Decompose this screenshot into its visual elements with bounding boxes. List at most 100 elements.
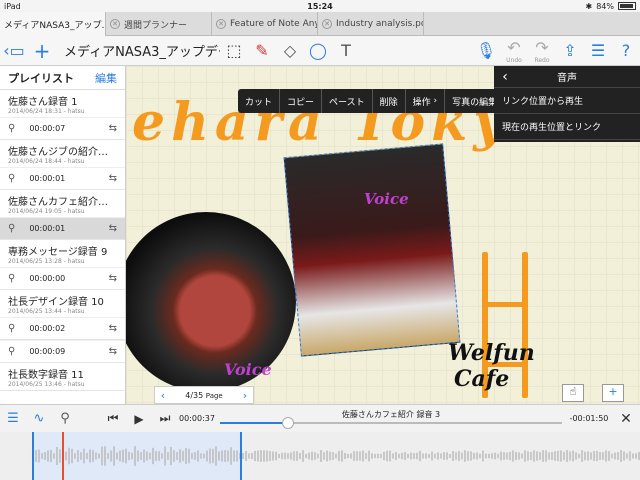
- playhead-marker[interactable]: [62, 432, 64, 480]
- tab-4[interactable]: ✕ Industry analysis.pdf: [318, 12, 424, 36]
- link-current-position-item[interactable]: 現在の再生位置とリンク: [494, 114, 640, 140]
- bookmark-icon: ⚲: [8, 323, 16, 334]
- playlist-item[interactable]: 社長デザイン録音 10 2014/06/25 13:44 - hatsu ⚲ 00:0…: [0, 290, 125, 340]
- waveform-view[interactable]: [0, 432, 640, 480]
- playlist-item-title: 佐藤さんジブの紹介…: [8, 147, 108, 158]
- next-page-icon[interactable]: ›: [237, 389, 253, 402]
- playlist-item[interactable]: ⚲ 00:00:09 ⇆: [0, 340, 125, 363]
- playback-track[interactable]: 佐藤さんカフェ紹介 録音 3: [216, 407, 566, 431]
- ladder-right-rail: [522, 252, 528, 398]
- close-icon[interactable]: ✕: [322, 19, 332, 29]
- microphone-icon[interactable]: 🎙: [472, 37, 500, 65]
- lasso-tool-icon[interactable]: ◯: [304, 37, 332, 65]
- edit-button[interactable]: 編集: [95, 70, 117, 86]
- playlist-item[interactable]: 佐藤さんジブの紹介… 2014/06/24 18:44 - hatsu ⚲ 00:00…: [0, 140, 125, 190]
- document-title[interactable]: メディアNASA3_アップデート…: [64, 41, 220, 60]
- recording-clip-row[interactable]: ⚲ 00:00:09 ⇆: [0, 340, 125, 362]
- tab-label: Feature of Note Anyt…: [230, 19, 317, 29]
- play-from-link-item[interactable]: リンク位置から再生: [494, 88, 640, 114]
- select-tool-icon[interactable]: ⬚: [220, 37, 248, 65]
- tab-1[interactable]: メディアNASA3_アップ…: [0, 12, 106, 36]
- battery-fill: [620, 4, 633, 8]
- list-icon[interactable]: ☰: [0, 411, 26, 426]
- handwriting-cafe-2: Cafe: [454, 366, 510, 392]
- skip-back-icon[interactable]: ⏮: [100, 411, 126, 426]
- page-label: Page: [205, 391, 223, 400]
- recording-clip-row[interactable]: ⚲ 00:00:02 ⇆: [0, 317, 125, 339]
- page-indicator: 4/35 Page: [171, 391, 237, 400]
- back-chevron-icon[interactable]: ‹: [494, 69, 516, 85]
- add-page-icon[interactable]: +: [602, 384, 624, 402]
- handwriting-cafe-1: Welfun: [448, 340, 535, 366]
- tab-2[interactable]: ✕ 週間プランナー: [106, 12, 212, 36]
- tab-3[interactable]: ✕ Feature of Note Anyt…: [212, 12, 318, 36]
- undo-label: Undo: [506, 56, 522, 64]
- tab-label: メディアNASA3_アップ…: [4, 20, 106, 31]
- link-icon[interactable]: ⇆: [109, 346, 117, 357]
- status-bar: iPad 15:24 ✱ 84%: [0, 0, 640, 12]
- bookmark-icon: ⚲: [8, 173, 16, 184]
- playlist-item-title: 専務メッセージ録音 9: [8, 247, 108, 258]
- playlist-item-title: 社長数字録音 11: [8, 370, 84, 381]
- hand-tool-icon[interactable]: ☝: [562, 384, 584, 402]
- undo-button[interactable]: ↶ Undo: [500, 37, 528, 65]
- clip-time: 00:00:02: [29, 324, 66, 333]
- playlist-item-date: 2014/06/24 19:05 - hatsu: [8, 208, 85, 215]
- playlist-item-date: 2014/06/25 13:44 - hatsu: [8, 308, 85, 315]
- help-icon[interactable]: ?: [612, 37, 640, 65]
- close-icon[interactable]: ✕: [110, 19, 120, 29]
- folder-back-icon[interactable]: ‹▭: [0, 37, 28, 65]
- clock: 15:24: [307, 1, 333, 11]
- tab-label: Industry analysis.pdf: [336, 19, 424, 29]
- selection-end-marker[interactable]: [240, 432, 242, 480]
- link-icon[interactable]: ⇆: [109, 273, 117, 284]
- selection-start-marker[interactable]: [32, 432, 34, 480]
- close-player-icon[interactable]: ✕: [612, 411, 640, 427]
- waveform-icon[interactable]: ∿: [26, 411, 52, 426]
- playlist-item-date: 2014/06/24 18:31 - hatsu: [8, 108, 85, 115]
- clip-time: 00:00:00: [29, 274, 66, 283]
- track-title: 佐藤さんカフェ紹介 録音 3: [341, 409, 441, 419]
- add-bookmark-icon[interactable]: ⚲: [52, 411, 78, 426]
- play-icon[interactable]: ▶: [126, 412, 152, 426]
- playlist-item[interactable]: 佐藤さん録音 1 2014/06/24 18:31 - hatsu ⚲ 00:00:0…: [0, 90, 125, 140]
- playlist-item[interactable]: 佐藤さんカフェ紹介… 2014/06/24 19:05 - hatsu ⚲ 00:00…: [0, 190, 125, 240]
- pen-tool-icon[interactable]: ✎: [248, 37, 276, 65]
- text-tool-icon[interactable]: T: [332, 37, 360, 65]
- link-icon[interactable]: ⇆: [109, 223, 117, 234]
- add-icon[interactable]: +: [28, 37, 56, 65]
- bookmark-icon: ⚲: [8, 223, 16, 234]
- bookmark-icon: ⚲: [8, 273, 16, 284]
- link-icon[interactable]: ⇆: [109, 123, 117, 134]
- track-progress: [220, 421, 289, 424]
- playlist-item-date: 2014/06/25 13:28 - hatsu: [8, 258, 85, 265]
- prev-page-icon[interactable]: ‹: [155, 389, 171, 402]
- playlist-sidebar: プレイリスト 編集 佐藤さん録音 1 2014/06/24 18:31 - hat…: [0, 66, 126, 404]
- link-icon[interactable]: ⇆: [109, 173, 117, 184]
- eraser-tool-icon[interactable]: ◇: [276, 37, 304, 65]
- playhead-knob[interactable]: [282, 416, 295, 429]
- playlist-item[interactable]: 社長数字録音 11 2014/06/25 13:46 - hatsu: [0, 363, 125, 391]
- undo-icon: ↶: [507, 37, 521, 57]
- menu-paste[interactable]: ペースト: [322, 89, 373, 113]
- recording-clip-row[interactable]: ⚲ 00:00:00 ⇆: [0, 267, 125, 289]
- recording-clip-row[interactable]: ⚲ 00:00:01 ⇆: [0, 167, 125, 189]
- redo-button[interactable]: ↷ Redo: [528, 37, 556, 65]
- menu-cut[interactable]: カット: [238, 89, 281, 113]
- menu-delete[interactable]: 削除: [373, 89, 406, 113]
- playlist-item[interactable]: 専務メッセージ録音 9 2014/06/25 13:28 - hatsu ⚲ 00:0…: [0, 240, 125, 290]
- menu-operation[interactable]: 操作 ›: [406, 89, 446, 113]
- playlist-header: プレイリスト 編集: [0, 66, 125, 90]
- share-icon[interactable]: ⇪: [556, 37, 584, 65]
- wine-photo[interactable]: [283, 143, 461, 357]
- skip-forward-icon[interactable]: ⏭: [152, 411, 178, 426]
- close-icon[interactable]: ✕: [216, 19, 226, 29]
- recording-clip-row[interactable]: ⚲ 00:00:07 ⇆: [0, 117, 125, 139]
- menu-copy[interactable]: コピー: [280, 89, 323, 113]
- bookmark-icon: ⚲: [8, 346, 16, 357]
- redo-label: Redo: [534, 56, 550, 64]
- recording-clip-row[interactable]: ⚲ 00:00:01 ⇆: [0, 217, 125, 239]
- menu-icon[interactable]: ☰: [584, 37, 612, 65]
- link-icon[interactable]: ⇆: [109, 323, 117, 334]
- toolbar: ‹▭ + メディアNASA3_アップデート… ⬚ ✎ ◇ ◯ T 🎙 ↶Undo…: [0, 36, 640, 66]
